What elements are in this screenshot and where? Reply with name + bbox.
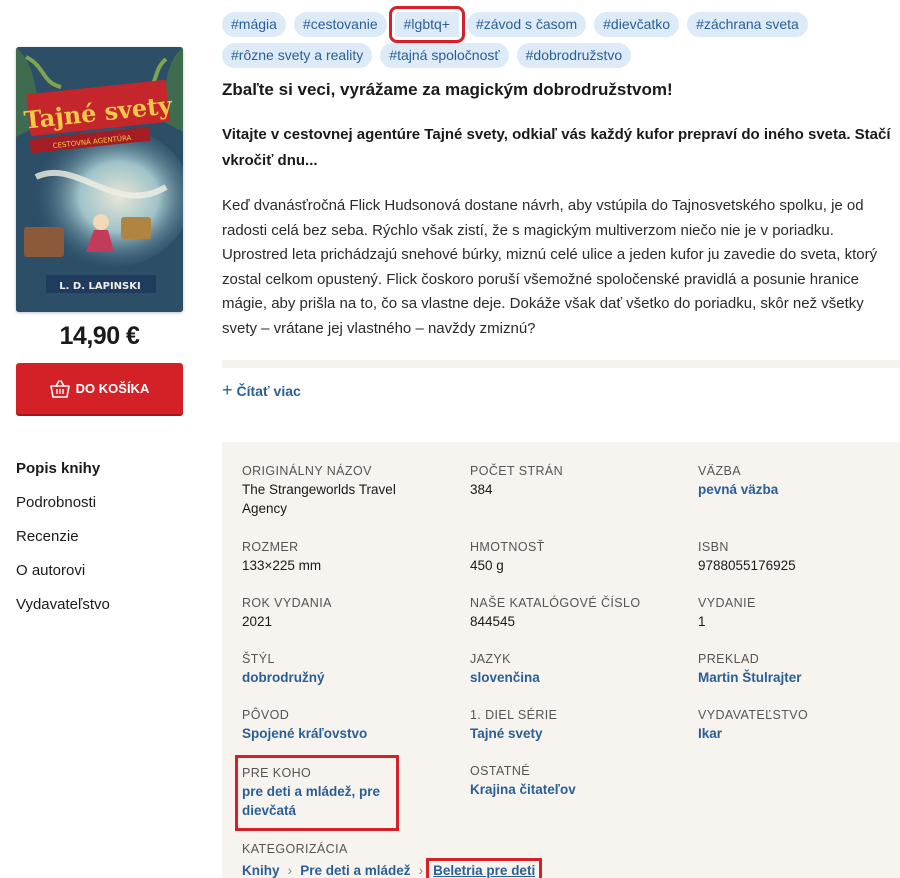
book-cover-art: Tajné svety CESTOVNÁ AGENTÚRA L. D. LAPI… [16,47,183,312]
detail-audience: PRE KOHO pre deti a mládež, pre dievčatá [235,755,470,838]
tag-lgbtq[interactable]: #lgbtq+ [388,6,465,43]
tag-adventure[interactable]: #dobrodružstvo [516,43,632,68]
style-link[interactable]: dobrodružný [242,668,470,687]
detail-original-title: ORIGINÁLNY NÁZOV The Strangeworlds Trave… [242,462,470,538]
detail-value: 450 g [470,558,504,573]
read-more-label: Čítať viac [236,383,301,399]
add-to-cart-label: DO KOŠÍKA [75,381,150,396]
detail-label: ORIGINÁLNY NÁZOV [242,464,372,478]
detail-label: ROK VYDANIA [242,596,332,610]
detail-size: ROZMER 133×225 mm [242,538,470,594]
description-body: Keď dvanásťročná Flick Hudsonová dostane… [222,197,878,337]
detail-value: 384 [470,482,493,497]
detail-empty [698,762,898,838]
translator-link[interactable]: Martin Štulrajter [698,668,898,687]
cover-author: L. D. LAPINSKI [59,281,140,292]
breadcrumb-children-fiction[interactable]: Beletria pre deti [426,857,543,878]
detail-value: 2021 [242,614,273,629]
plus-icon: + [222,380,233,400]
detail-catalog-number: NAŠE KATALÓGOVÉ ČÍSLO 844545 [470,594,698,650]
description-fade [222,360,900,368]
detail-year: ROK VYDANIA 2021 [242,594,470,650]
publisher-link[interactable]: Ikar [698,724,898,743]
description-lead: Vitajte v cestovnej agentúre Tajné svety… [222,126,891,169]
detail-label: NAŠE KATALÓGOVÉ ČÍSLO [470,596,641,610]
tag-girl[interactable]: #dievčatko [594,12,680,37]
audience-highlight: PRE KOHO pre deti a mládež, pre dievčatá [235,755,399,831]
detail-label: VYDAVATEĽSTVO [698,708,809,722]
chevron-right-icon: › [287,862,293,878]
chevron-right-icon: › [418,862,424,878]
detail-value: The Strangeworlds Travel Agency [242,482,396,516]
detail-other: OSTATNÉ Krajina čitateľov [470,762,698,838]
binding-link[interactable]: pevná väzba [698,480,898,499]
tag-magic[interactable]: #mágia [222,12,286,37]
detail-translation: PREKLAD Martin Štulrajter [698,650,898,706]
side-nav: Popis knihy Podrobnosti Recenzie O autor… [16,452,110,622]
detail-value: 133×225 mm [242,558,322,573]
side-nav-item-author[interactable]: O autorovi [16,554,110,588]
side-nav-item-description[interactable]: Popis knihy [16,452,110,486]
audience-link[interactable]: pre deti a mládež, pre dievčatá [242,782,384,820]
detail-series: 1. DIEL SÉRIE Tajné svety [470,706,698,762]
detail-label: ROZMER [242,540,299,554]
breadcrumb-books[interactable]: Knihy [242,863,280,878]
detail-label: POČET STRÁN [470,464,564,478]
tag-list: #mágia #cestovanie #lgbtq+ #závod s časo… [222,6,900,68]
detail-isbn: ISBN 9788055176925 [698,538,898,594]
detail-label: PÔVOD [242,708,290,722]
detail-label: PREKLAD [698,652,760,666]
detail-weight: HMOTNOSŤ 450 g [470,538,698,594]
tag-saving-the-world[interactable]: #záchrana sveta [687,12,808,37]
tag-secret-society[interactable]: #tajná spoločnosť [380,43,509,68]
add-to-cart-button[interactable]: DO KOŠÍKA [16,363,183,414]
tag-travel[interactable]: #cestovanie [293,12,387,37]
detail-publisher: VYDAVATEĽSTVO Ikar [698,706,898,762]
detail-label: 1. DIEL SÉRIE [470,708,558,722]
detail-value: 844545 [470,614,516,629]
detail-pages: POČET STRÁN 384 [470,462,698,538]
other-link[interactable]: Krajina čitateľov [470,780,698,799]
read-more-link[interactable]: + Čítať viac [222,380,301,401]
side-nav-item-reviews[interactable]: Recenzie [16,520,110,554]
detail-label: ŠTÝL [242,652,275,666]
detail-value: 9788055176925 [698,558,796,573]
breadcrumb: Knihy › Pre deti a mládež › Beletria pre… [242,857,900,878]
detail-origin: PÔVOD Spojené kráľovstvo [242,706,470,762]
detail-label: VÄZBA [698,464,741,478]
detail-style: ŠTÝL dobrodružný [242,650,470,706]
side-nav-item-details[interactable]: Podrobnosti [16,486,110,520]
book-cover[interactable]: Tajné svety CESTOVNÁ AGENTÚRA L. D. LAPI… [16,47,183,312]
detail-value: 1 [698,614,706,629]
detail-categorization: KATEGORIZÁCIA Knihy › Pre deti a mládež … [242,840,900,878]
detail-language: JAZYK slovenčina [470,650,698,706]
detail-label: JAZYK [470,652,511,666]
basket-icon [49,379,70,398]
detail-binding: VÄZBA pevná väzba [698,462,898,538]
tag-race-against-time[interactable]: #závod s časom [466,12,587,37]
price: 14,90 € [59,322,140,350]
detail-edition: VYDANIE 1 [698,594,898,650]
origin-link[interactable]: Spojené kráľovstvo [242,724,470,743]
detail-label: ISBN [698,540,729,554]
detail-label: VYDANIE [698,596,756,610]
language-link[interactable]: slovenčina [470,668,698,687]
detail-label: PRE KOHO [242,766,312,780]
details-panel: ORIGINÁLNY NÁZOV The Strangeworlds Trave… [222,442,900,878]
series-link[interactable]: Tajné svety [470,724,698,743]
breadcrumb-children-youth[interactable]: Pre deti a mládež [300,863,410,878]
description-headline: Zbaľte si veci, vyrážame za magickým dob… [222,80,673,99]
detail-label: HMOTNOSŤ [470,540,545,554]
detail-label: KATEGORIZÁCIA [242,842,348,856]
side-nav-item-publisher[interactable]: Vydavateľstvo [16,588,110,622]
detail-label: OSTATNÉ [470,764,530,778]
tag-different-worlds[interactable]: #rôzne svety a reality [222,43,373,68]
